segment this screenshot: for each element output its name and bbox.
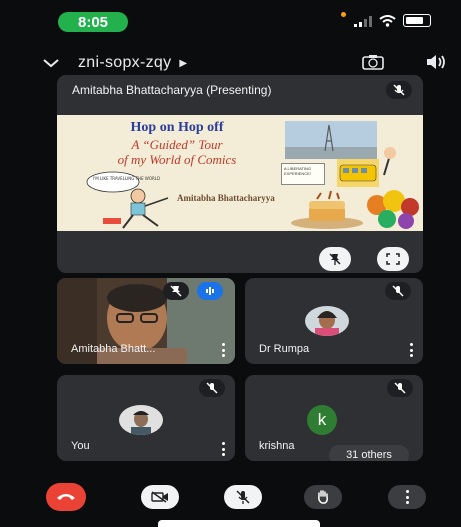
slide-title-line2: A “Guided” Tour [131, 137, 223, 152]
participant-tile-krishna[interactable]: k krishna 31 others [245, 375, 423, 461]
mic-off-icon [386, 81, 412, 99]
fullscreen-button[interactable] [377, 247, 409, 271]
mic-off-icon [236, 490, 250, 504]
signal-icon [354, 15, 372, 27]
caret-right-icon[interactable]: ▶ [179, 58, 187, 69]
mic-off-icon [387, 379, 413, 397]
participant-name: Amitabha Bhatt... [71, 343, 156, 355]
toggle-mic-button[interactable] [224, 485, 262, 509]
battery-icon [403, 14, 431, 27]
status-time: 8:05 [58, 12, 128, 32]
more-vert-icon[interactable] [221, 343, 225, 357]
meeting-code[interactable]: zni-sopx-zqy [78, 54, 171, 72]
more-vert-icon [405, 490, 409, 504]
unpin-button[interactable] [319, 247, 351, 271]
home-indicator[interactable] [158, 520, 320, 527]
participant-name: krishna [259, 440, 295, 452]
avatar-initial: k [307, 405, 337, 435]
mic-off-icon [199, 379, 225, 397]
participant-name: You [71, 440, 90, 452]
hand-icon [318, 490, 328, 504]
wifi-icon [379, 14, 396, 27]
camera-switch-icon[interactable] [362, 54, 384, 70]
avatar [305, 306, 349, 336]
chevron-down-icon[interactable] [40, 57, 62, 69]
slide-bubble-right: A LIBERATING EXPERIENCE! [281, 163, 325, 185]
more-options-button[interactable] [388, 485, 426, 509]
others-count-button[interactable]: 31 others [329, 445, 409, 461]
more-vert-icon[interactable] [221, 442, 225, 456]
slide-title-line1: Hop on Hop off [130, 120, 224, 135]
slide-bubble-left: I'M LIKE TRAVELLING THE WORLD [93, 176, 160, 181]
mic-off-icon [385, 282, 411, 300]
fruit-basket-illustration [367, 147, 419, 229]
toggle-video-button[interactable] [141, 485, 179, 509]
participant-tile-you[interactable]: You [57, 375, 235, 461]
fullscreen-icon [386, 253, 400, 265]
slide-title-line3: of my World of Comics [117, 152, 237, 167]
comic-character-illustration: I'M LIKE TRAVELLING THE WORLD [86, 171, 169, 229]
participant-tile-amitabha[interactable]: Amitabha Bhatt... [57, 278, 235, 364]
presenter-title: Amitabha Bhattacharyya (Presenting) [72, 83, 272, 97]
mic-off-icon [163, 282, 189, 300]
more-vert-icon[interactable] [409, 343, 413, 357]
video-off-icon [151, 491, 168, 503]
status-icons [354, 14, 431, 27]
end-call-icon [57, 494, 75, 500]
pin-off-icon [329, 253, 341, 265]
speaking-indicator-icon [197, 282, 223, 300]
end-call-button[interactable] [46, 483, 86, 511]
privacy-indicator-dot [341, 12, 346, 17]
avatar [119, 405, 163, 435]
presentation-tile[interactable]: Amitabha Bhattacharyya (Presenting) Hop … [57, 75, 423, 273]
speaker-icon[interactable] [425, 54, 447, 70]
raise-hand-button[interactable] [304, 485, 342, 509]
participant-name: Dr Rumpa [259, 343, 310, 355]
shared-slide: Hop on Hop off A “Guided” Tour of my Wor… [57, 115, 423, 231]
participant-tile-dr-rumpa[interactable]: Dr Rumpa [245, 278, 423, 364]
